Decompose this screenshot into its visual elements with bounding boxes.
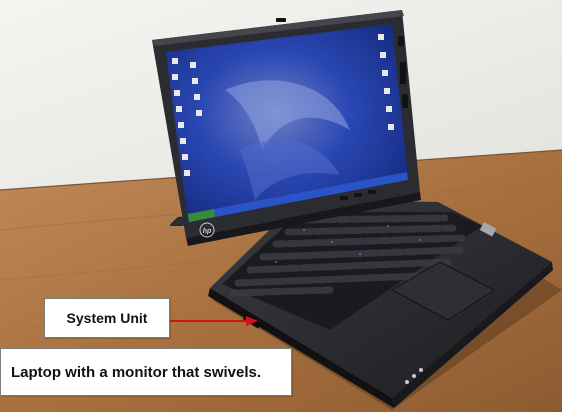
hp-logo-text: hp: [203, 228, 212, 235]
system-unit-label: System Unit: [44, 298, 170, 338]
caption-label: Laptop with a monitor that swivels.: [0, 348, 292, 396]
webcam: [276, 18, 286, 22]
